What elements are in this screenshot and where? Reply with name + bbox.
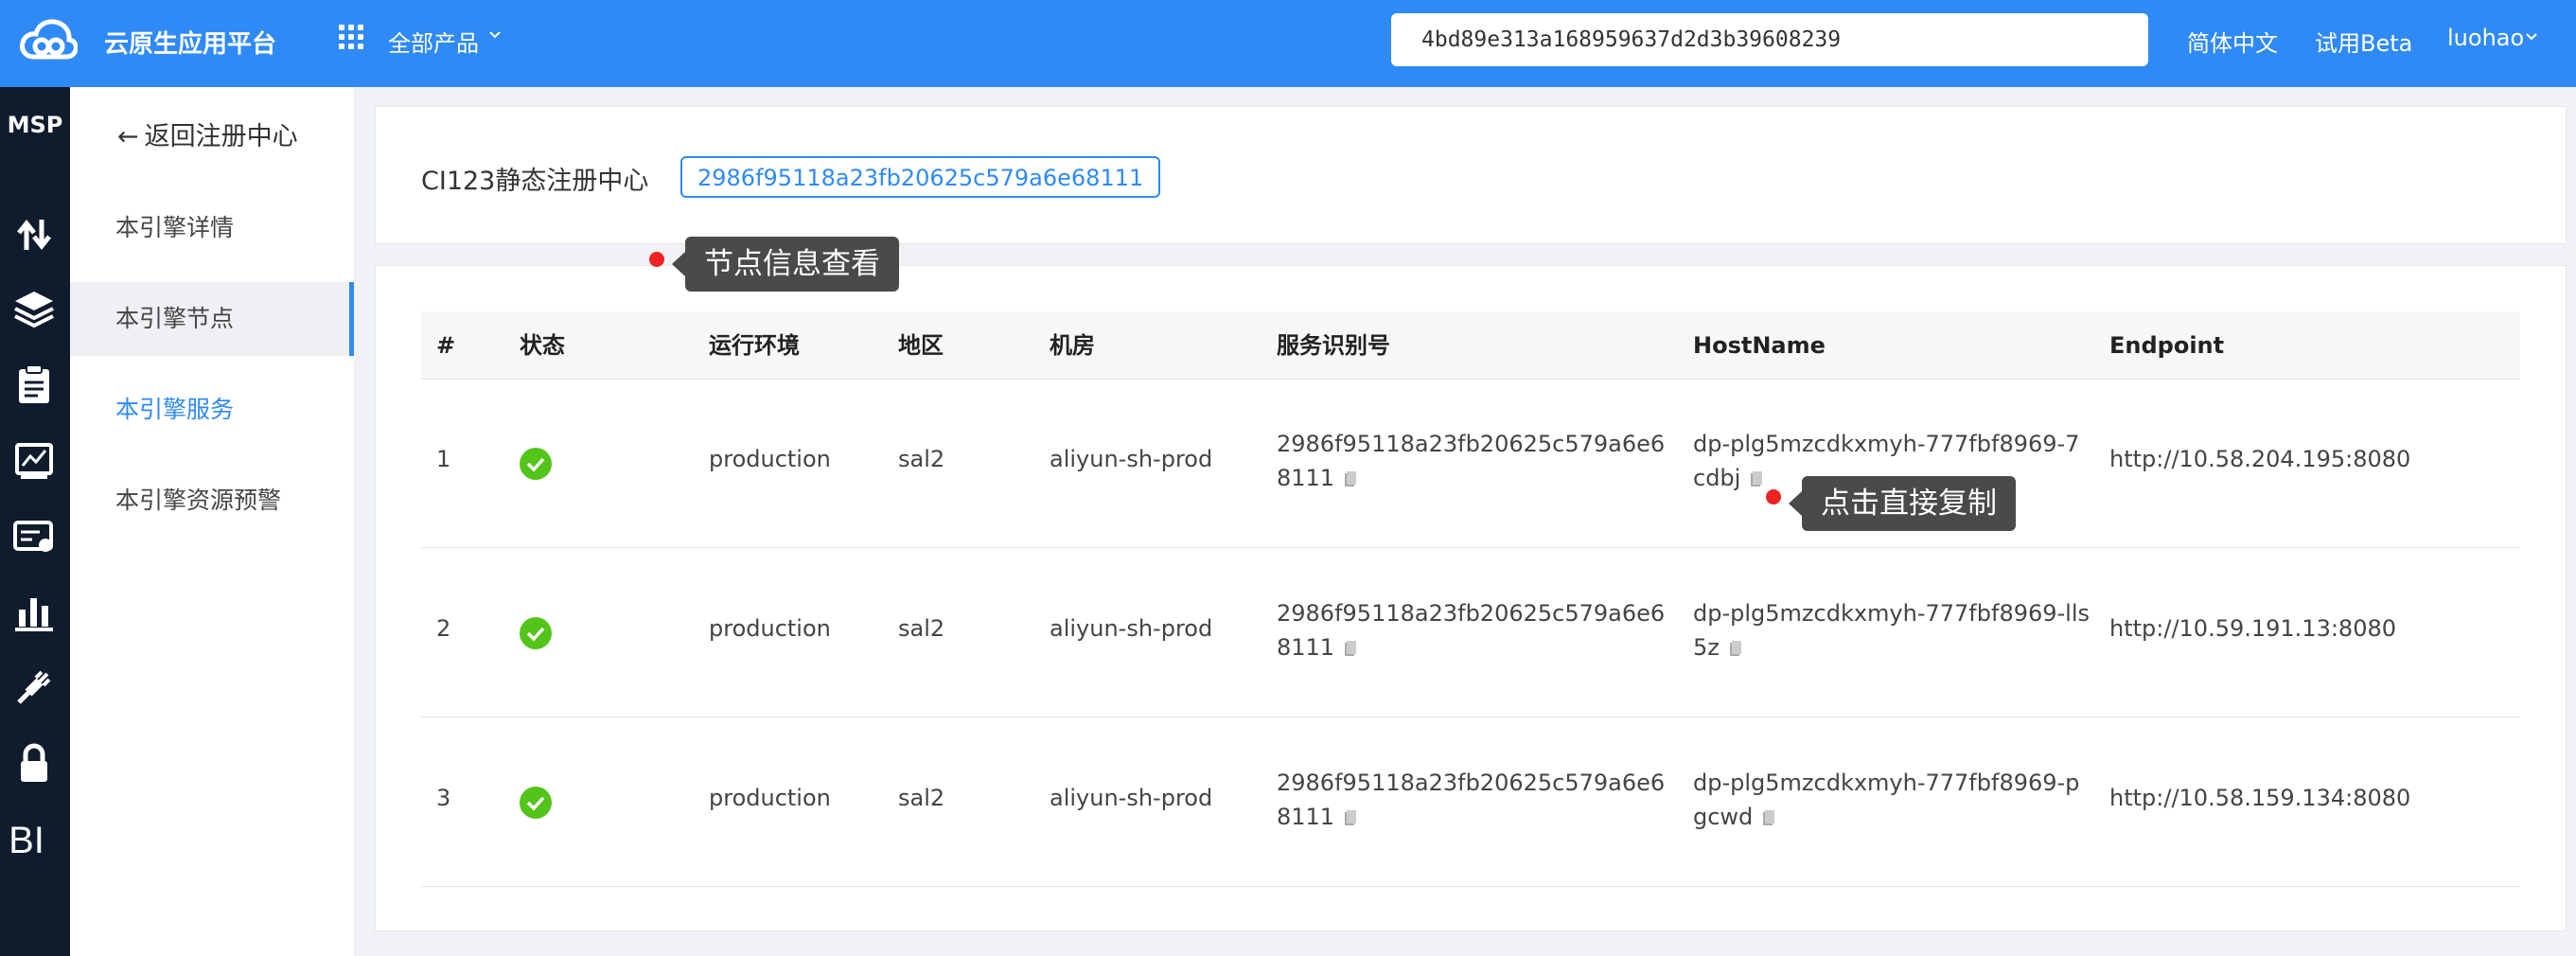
column-header-region: 地区 — [898, 332, 944, 359]
column-header-env: 运行环境 — [709, 332, 800, 359]
row-index: 2 — [436, 615, 451, 642]
app-icon-rail: MSP BI — [0, 87, 70, 956]
node-info-tooltip: 节点信息查看 — [672, 237, 899, 292]
annotation-dot — [649, 252, 664, 267]
bi-label[interactable]: BI — [0, 820, 53, 862]
row-region: sal2 — [898, 785, 945, 811]
user-menu[interactable]: luohao — [2447, 25, 2524, 51]
row-room: aliyun-sh-prod — [1050, 785, 1213, 811]
row-region: sal2 — [898, 615, 945, 642]
arrows-updown-icon[interactable] — [11, 212, 57, 257]
sidebar-item-resource-alerts[interactable]: 本引擎资源预警 — [70, 464, 354, 538]
row-endpoint: http://10.58.159.134:8080 — [2109, 785, 2411, 811]
monitor-chart-icon[interactable] — [11, 437, 57, 483]
row-service-id: 2986f95118a23fb20625c579a6e68111 — [1277, 431, 1666, 491]
annotation-dot — [1766, 489, 1781, 505]
msp-label[interactable]: MSP — [0, 112, 70, 138]
column-header-index: # — [436, 332, 456, 359]
status-ok-icon — [520, 448, 552, 480]
column-header-room: 机房 — [1050, 332, 1095, 359]
row-room: aliyun-sh-prod — [1050, 615, 1213, 642]
id-card-icon[interactable] — [11, 513, 57, 558]
nodes-table-card: # 状态 运行环境 地区 机房 服务识别号 HostName Endpoint … — [375, 265, 2567, 931]
row-hostname-cell: dp-plg5mzcdkxmyh-777fbf8969-lls5z — [1693, 596, 2091, 664]
sidebar-item-engine-nodes[interactable]: 本引擎节点 — [70, 282, 354, 356]
copy-hint-tooltip: 点击直接复制 — [1789, 476, 2016, 531]
sidebar-item-engine-services[interactable]: 本引擎服务 — [70, 373, 354, 447]
sidebar-item-engine-detail[interactable]: 本引擎详情 — [70, 191, 354, 265]
copy-icon[interactable] — [1344, 640, 1357, 657]
app-grid-icon[interactable] — [339, 25, 363, 49]
status-ok-icon — [520, 787, 552, 819]
back-to-registry-link[interactable]: ← 返回注册中心 — [117, 115, 298, 152]
layers-icon[interactable] — [11, 286, 57, 331]
row-endpoint: http://10.59.191.13:8080 — [2109, 615, 2396, 642]
copy-icon[interactable] — [1762, 809, 1775, 826]
row-env: production — [709, 785, 831, 811]
row-hostname-cell: dp-plg5mzcdkxmyh-777fbf8969-pgcwd — [1693, 766, 2091, 834]
back-label: 返回注册中心 — [144, 122, 298, 151]
row-service-id: 2986f95118a23fb20625c579a6e68111 — [1277, 600, 1666, 661]
chevron-down-icon[interactable] — [488, 28, 502, 42]
registry-header-card: CI123静态注册中心 2986f95118a23fb20625c579a6e6… — [375, 106, 2567, 244]
row-region: sal2 — [898, 446, 945, 472]
search-input[interactable] — [1391, 13, 2148, 66]
row-hostname: dp-plg5mzcdkxmyh-777fbf8969-pgcwd — [1693, 770, 2080, 830]
cloud-logo-icon[interactable] — [19, 17, 78, 62]
row-service-id: 2986f95118a23fb20625c579a6e68111 — [1277, 770, 1666, 830]
bar-chart-icon[interactable] — [11, 589, 57, 634]
table-row: 3 production sal2 aliyun-sh-prod 2986f95… — [421, 718, 2520, 887]
plug-icon[interactable] — [11, 664, 57, 710]
column-header-status: 状态 — [520, 332, 565, 359]
table-row: 2 production sal2 aliyun-sh-prod 2986f95… — [421, 549, 2520, 717]
copy-icon[interactable] — [1344, 470, 1357, 487]
row-index: 1 — [436, 446, 451, 472]
chevron-down-icon[interactable] — [2525, 30, 2538, 44]
all-products-menu[interactable]: 全部产品 — [388, 25, 479, 58]
row-env: production — [709, 615, 831, 642]
status-ok-icon — [520, 617, 552, 649]
row-index: 3 — [436, 785, 451, 811]
registry-title: CI123静态注册中心 — [421, 167, 649, 196]
row-endpoint: http://10.58.204.195:8080 — [2109, 446, 2411, 472]
row-hostname: dp-plg5mzcdkxmyh-777fbf8969-lls5z — [1693, 600, 2091, 661]
row-service-id-cell: 2986f95118a23fb20625c579a6e68111 — [1277, 427, 1674, 495]
table-header: # 状态 运行环境 地区 机房 服务识别号 HostName Endpoint — [421, 311, 2520, 380]
trial-beta-link[interactable]: 试用Beta — [2315, 25, 2412, 58]
engine-sidebar: ← 返回注册中心 本引擎详情 本引擎节点 本引擎服务 本引擎资源预警 — [70, 87, 354, 956]
row-service-id-cell: 2986f95118a23fb20625c579a6e68111 — [1277, 596, 1674, 664]
table-row: 1 production sal2 aliyun-sh-prod 2986f95… — [421, 380, 2520, 548]
language-switch[interactable]: 简体中文 — [2187, 25, 2278, 58]
clipboard-icon[interactable] — [11, 362, 57, 407]
row-env: production — [709, 446, 831, 472]
column-header-hostname: HostName — [1693, 332, 1826, 359]
row-room: aliyun-sh-prod — [1050, 446, 1213, 472]
column-header-endpoint: Endpoint — [2109, 332, 2225, 359]
row-service-id-cell: 2986f95118a23fb20625c579a6e68111 — [1277, 766, 1674, 834]
column-header-service-id: 服务识别号 — [1277, 332, 1390, 359]
registry-id-tag[interactable]: 2986f95118a23fb20625c579a6e68111 — [680, 156, 1161, 198]
top-navigation-bar: 云原生应用平台 全部产品 简体中文 试用Beta luohao — [0, 0, 2576, 87]
platform-title[interactable]: 云原生应用平台 — [104, 25, 276, 60]
lock-icon[interactable] — [11, 740, 57, 786]
arrow-left-icon: ← — [117, 122, 139, 151]
copy-icon[interactable] — [1750, 470, 1763, 487]
copy-icon[interactable] — [1729, 640, 1742, 657]
copy-icon[interactable] — [1344, 809, 1357, 826]
